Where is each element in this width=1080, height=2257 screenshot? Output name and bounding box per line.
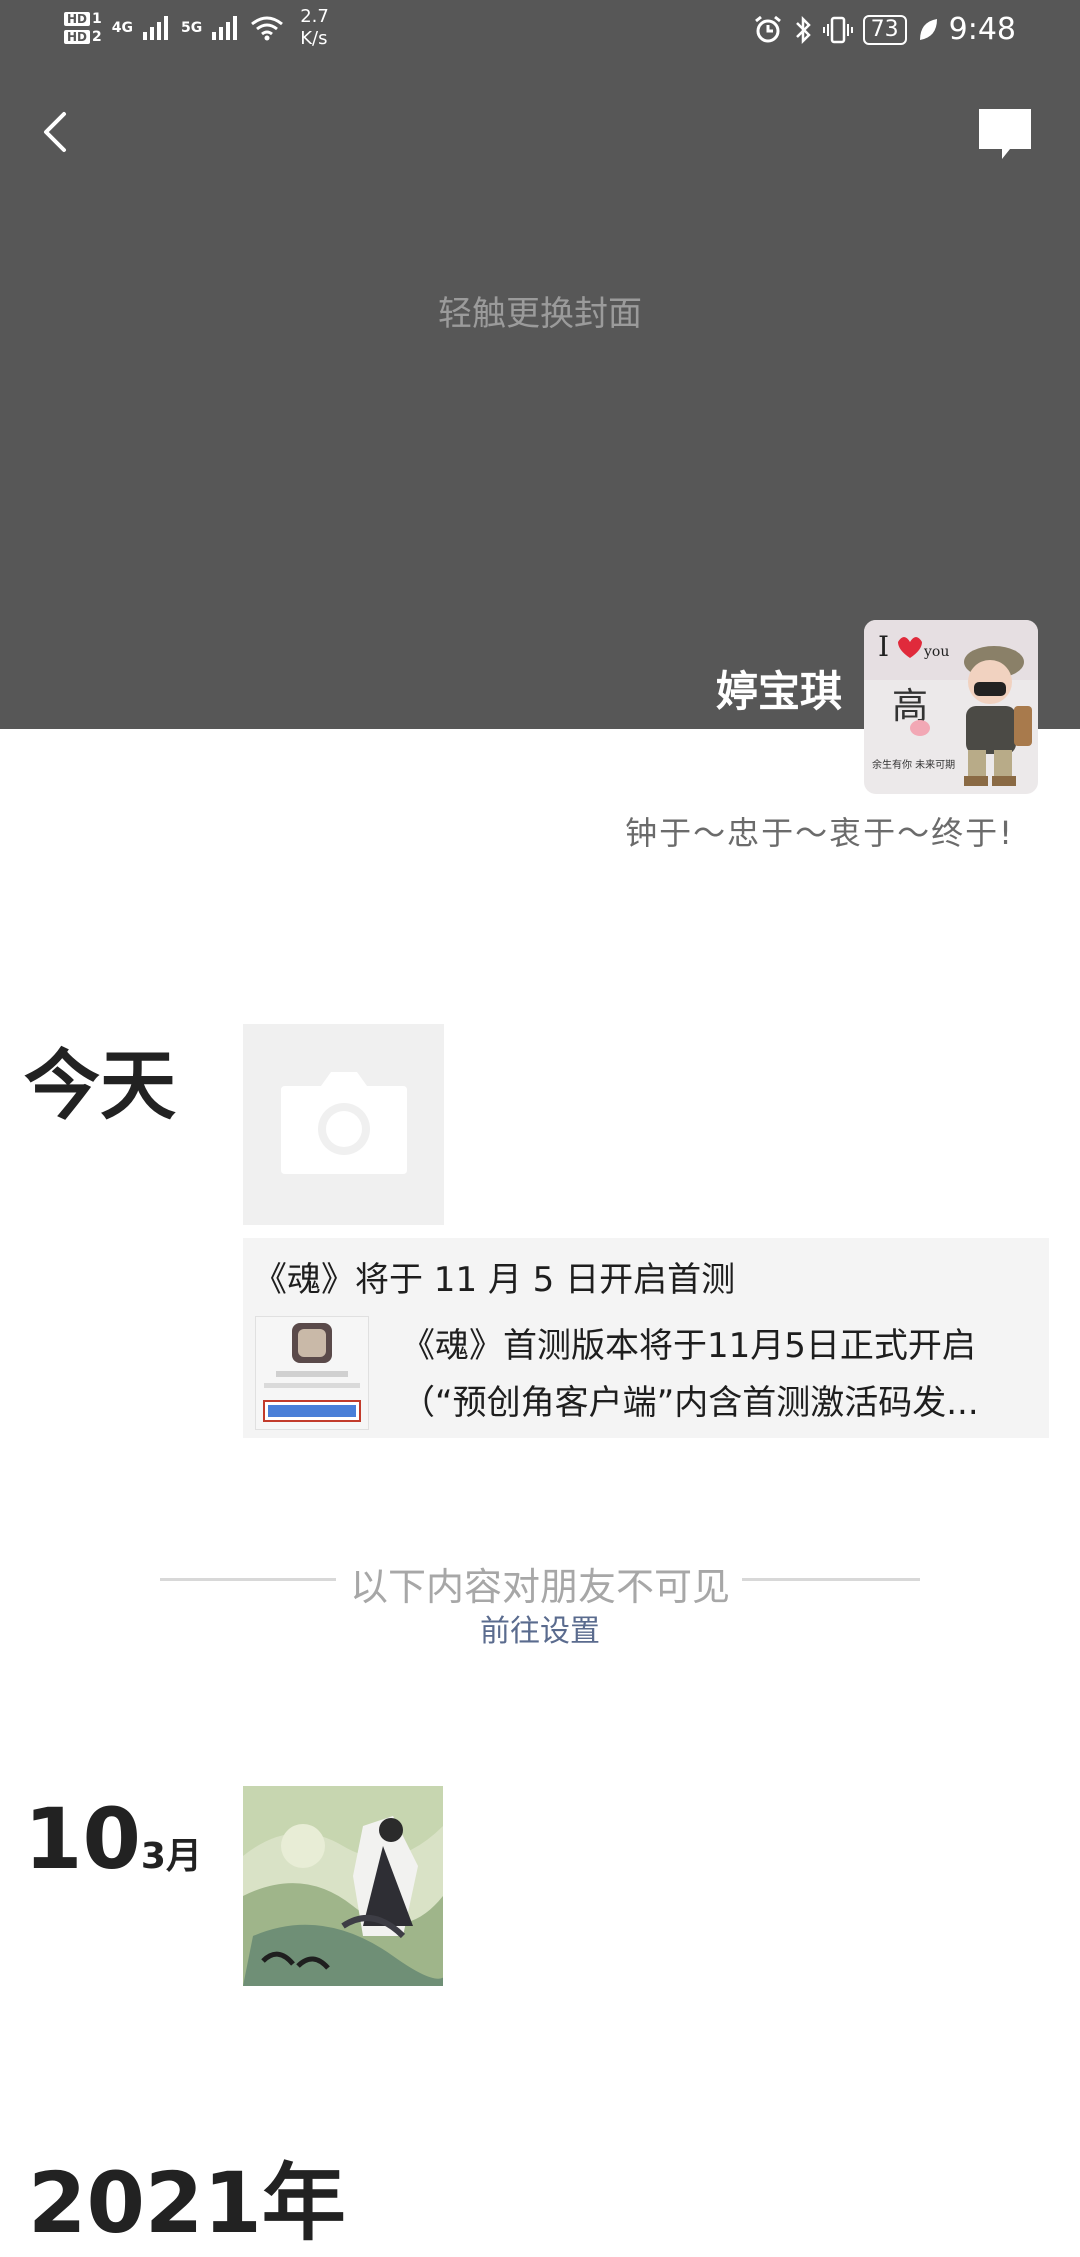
net-speed-value: 2.7: [300, 6, 329, 27]
network-type-1: 4G: [111, 20, 133, 36]
wifi-icon: [251, 16, 284, 41]
shared-link-title: 《魂》将于 11 月 5 日开启首测: [253, 1260, 736, 1300]
alarm-icon: [754, 15, 781, 42]
shared-link-card[interactable]: 《魂》将于 11 月 5 日开启首测 《魂》首测版本将于11月5日正式开启 （“…: [243, 1238, 1049, 1438]
avatar[interactable]: I you 高 余生有你 未来可期: [864, 620, 1038, 794]
date-label-today: 今天: [24, 1041, 176, 1130]
change-cover-hint[interactable]: 轻触更换封面: [0, 286, 1080, 335]
svg-text:I: I: [878, 630, 889, 663]
message-icon[interactable]: [976, 106, 1034, 164]
date-label-entry: 103月: [24, 1790, 202, 1888]
net-speed-unit: K/s: [300, 28, 328, 49]
entry-month: 3月: [140, 1836, 202, 1877]
privacy-divider-text: 以下内容对朋友不可见: [349, 1565, 730, 1609]
camera-icon: [281, 1072, 407, 1174]
vibrate-icon: [822, 16, 853, 43]
status-bar: HD 1 HD 2 4G 5G 2.7 K/s 73 9:48: [0, 0, 1080, 64]
year-label: 2021年: [28, 2154, 346, 2252]
signature: 钟于～忠于～衷于～终于!: [625, 814, 1014, 852]
new-post-camera-tile[interactable]: [243, 1024, 444, 1225]
entry-day: 10: [24, 1790, 141, 1888]
svg-text:you: you: [923, 644, 949, 660]
svg-text:余生有你 未来可期: 余生有你 未来可期: [872, 758, 955, 771]
back-arrow-icon[interactable]: [36, 110, 80, 154]
clock-time: 9:48: [948, 12, 1016, 47]
signal-icon-2: [212, 16, 238, 40]
battery-level: 73: [862, 14, 907, 45]
network-type-2: 5G: [181, 20, 203, 36]
goto-settings-link[interactable]: 前往设置: [0, 1606, 1080, 1650]
sim-1: 1: [92, 11, 102, 27]
privacy-divider: 以下内容对朋友不可见: [160, 1556, 920, 1609]
shared-link-desc-line1: 《魂》首测版本将于11月5日正式开启: [401, 1326, 976, 1366]
signal-icon-1: [143, 16, 168, 40]
username: 婷宝琪: [715, 667, 842, 716]
sim-2: 2: [92, 29, 102, 45]
hd-badge-1: HD: [64, 12, 91, 26]
bluetooth-icon: [795, 15, 811, 44]
hd-badge-2: HD: [64, 30, 91, 44]
shared-link-thumbnail: [255, 1316, 369, 1430]
post-image[interactable]: [243, 1786, 443, 1986]
leaf-icon: [919, 18, 937, 40]
shared-link-desc-line2: （“预创角客户端”内含首测激活码发...: [401, 1383, 979, 1423]
